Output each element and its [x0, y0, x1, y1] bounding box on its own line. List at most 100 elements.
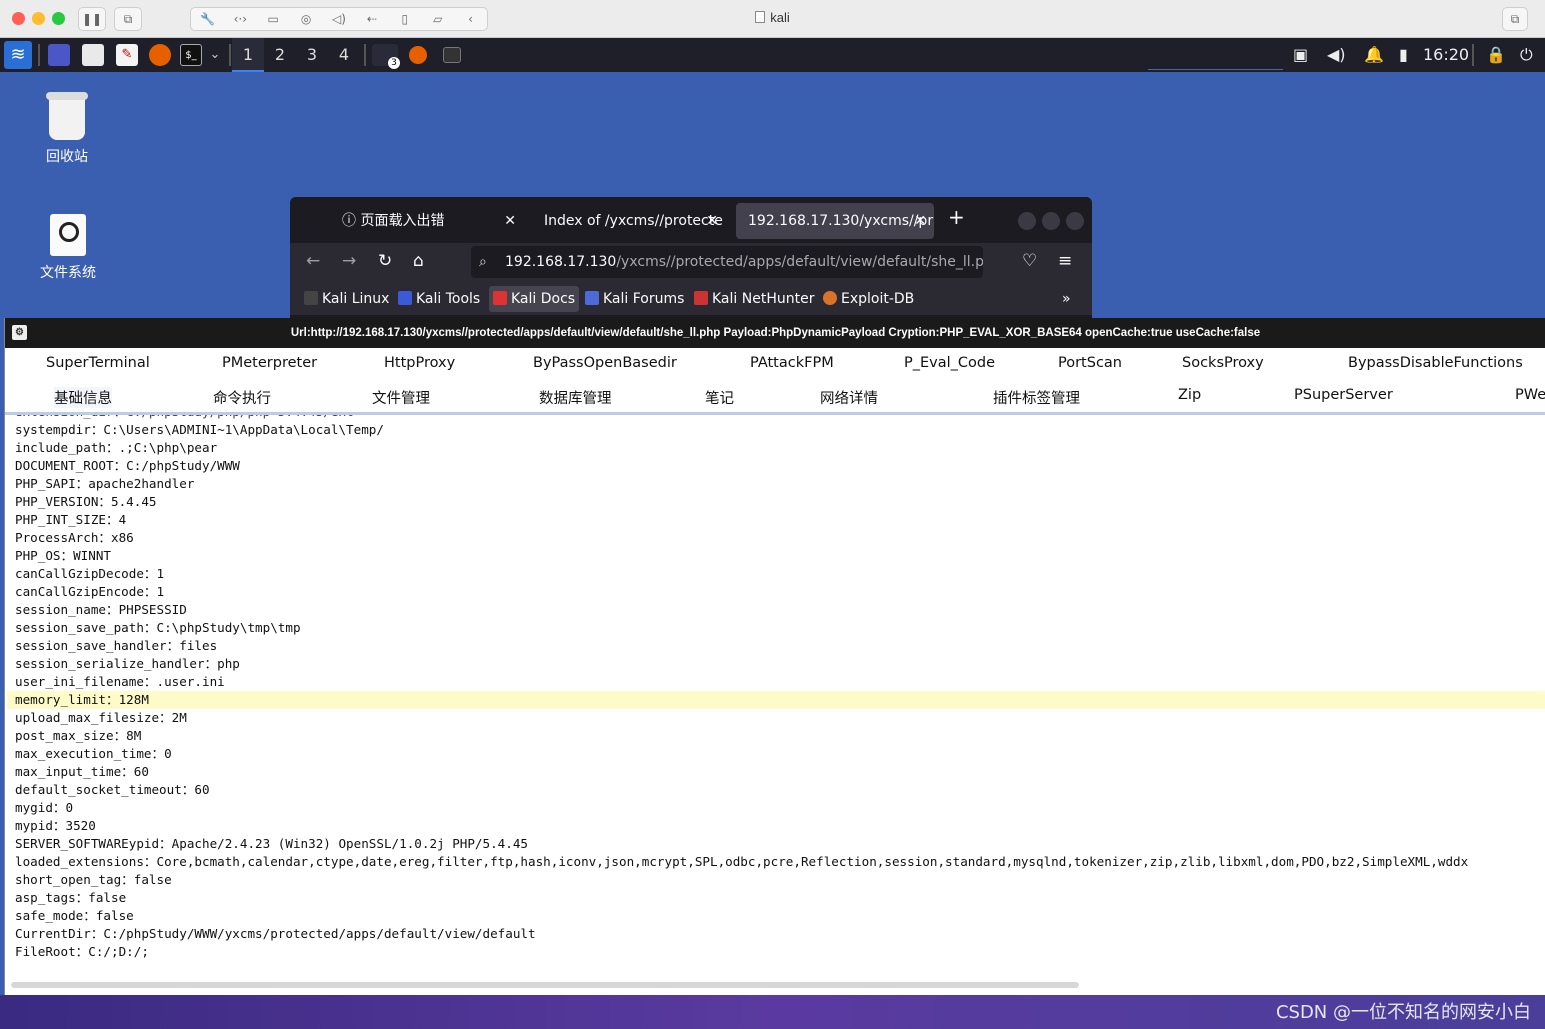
info-line: max_execution_time：0 [15, 746, 172, 761]
taskbar-terminal-icon[interactable] [443, 47, 461, 63]
info-line: systempdir：C:\Users\ADMINI~1\AppData\Loc… [15, 422, 384, 437]
trash-icon [46, 92, 88, 140]
basic-info-output[interactable]: extension_dir：C:/phpStudy/php/php-5.4.45… [7, 415, 1545, 981]
tab-p-eval-code[interactable]: P_Eval_Code [904, 355, 995, 371]
logout-icon[interactable]: ⏻ [1520, 38, 1533, 72]
desktop-filesystem[interactable]: 文件系统 [18, 214, 118, 282]
home-icon[interactable]: ⌂ [413, 251, 424, 271]
workspace-4[interactable]: 4 [328, 38, 360, 72]
tab-basic-info[interactable]: 基础信息 [54, 387, 112, 408]
tab-pwe[interactable]: PWe [1515, 387, 1545, 403]
tab-portscan[interactable]: PortScan [1058, 355, 1122, 371]
tab-command-exec[interactable]: 命令执行 [213, 387, 271, 408]
tab-load-error[interactable]: ⓘ 页面载入出错 ✕ [328, 203, 524, 239]
address-bar[interactable]: ⌕ 192.168.17.130/yxcms//protected/apps/d… [471, 246, 983, 278]
firefox-tab-strip: ⓘ 页面载入出错 ✕ Index of /yxcms//protecte ✕ 1… [290, 197, 1092, 243]
tab-pattackfpm[interactable]: PAttackFPM [750, 355, 834, 371]
host-title-bar: ❚❚ ⧉ 🔧 ‹·› ▭ ◎ ◁) ⇠ ▯ ▱ ‹ kali ⧉ [0, 0, 1545, 38]
info-line: include_path：.;C:\php\pear [15, 440, 218, 455]
fullscreen-icon: ⧉ [1510, 11, 1520, 26]
info-line: max_input_time：60 [15, 764, 149, 779]
info-line: ProcessArch：x86 [15, 530, 134, 545]
tab-socksproxy[interactable]: SocksProxy [1182, 355, 1264, 371]
reload-icon[interactable]: ↻ [378, 251, 392, 271]
tab-zip[interactable]: Zip [1178, 387, 1201, 403]
close-tab-icon[interactable]: ✕ [706, 203, 718, 239]
close-tab-icon[interactable]: ✕ [914, 203, 926, 239]
info-line: short_open_tag：false [15, 872, 172, 887]
info-line: CurrentDir：C:/phpStudy/WWW/yxcms/protect… [15, 926, 536, 941]
tab-network-details[interactable]: 网络详情 [820, 387, 878, 408]
horizontal-scrollbar[interactable] [11, 982, 1079, 988]
tab-shell-url[interactable]: 192.168.17.130/yxcms//pr ✕ [736, 203, 934, 239]
panel-separator [38, 44, 40, 66]
bookmark-kali-docs[interactable]: Kali Docs [489, 286, 580, 312]
tab-pmeterpreter[interactable]: PMeterpreter [222, 355, 317, 371]
tab-bypassopenbasedir[interactable]: ByPassOpenBasedir [533, 355, 677, 371]
pocket-icon[interactable]: ♡ [1022, 251, 1037, 271]
plugin-tabs-row-2: 基础信息 命令执行 文件管理 数据库管理 笔记 网络详情 插件标签管理 Zip … [5, 380, 1545, 415]
notification-bell-icon[interactable]: 🔔 [1364, 38, 1384, 72]
window-control-maximize[interactable] [1042, 212, 1060, 230]
workspace-2[interactable]: 2 [264, 38, 296, 72]
workspace-3[interactable]: 3 [296, 38, 328, 72]
info-line: default_socket_timeout：60 [15, 782, 210, 797]
tab-file-manager[interactable]: 文件管理 [372, 387, 430, 408]
firefox-navbar: ← → ↻ ⌂ ⌕ 192.168.17.130/yxcms//protecte… [290, 243, 1092, 283]
tab-database-manager[interactable]: 数据库管理 [539, 387, 612, 408]
close-tab-icon[interactable]: ✕ [504, 203, 516, 239]
kali-forums-icon [585, 291, 599, 305]
kali-panel: ≋ ✎ $_ ⌄ 1 2 3 4 3 ▣ ◀) 🔔 ▮ 16:20 🔒 ⏻ [0, 38, 1545, 72]
tab-superterminal[interactable]: SuperTerminal [46, 355, 150, 371]
bookmark-kali-tools[interactable]: Kali Tools [394, 286, 484, 312]
nethunter-icon [694, 291, 708, 305]
taskbar-firefox-icon[interactable] [409, 46, 427, 64]
bookmarks-toolbar: Kali Linux Kali Tools Kali Docs Kali For… [290, 283, 1092, 315]
drive-icon [50, 214, 86, 256]
info-line: session_name：PHPSESSID [15, 602, 187, 617]
chevron-down-icon[interactable]: ⌄ [204, 44, 226, 66]
workspace-1[interactable]: 1 [232, 38, 264, 72]
info-line: PHP_INT_SIZE：4 [15, 512, 127, 527]
more-bookmarks-icon[interactable]: » [1058, 286, 1075, 312]
battery-icon[interactable]: ▮ [1399, 38, 1408, 72]
window-control-close[interactable] [1066, 212, 1084, 230]
taskbar-godzilla-icon[interactable]: 3 [372, 44, 400, 69]
firefox-icon[interactable] [149, 44, 171, 66]
desktop-icon[interactable] [48, 44, 70, 66]
exploit-db-icon [823, 291, 837, 305]
info-line: FileRoot：C:/;D:/; [15, 944, 149, 959]
search-icon: ⌕ [479, 254, 487, 270]
info-line: loaded_extensions：Core,bcmath,calendar,c… [15, 854, 1469, 869]
new-tab-icon[interactable]: + [948, 205, 965, 229]
back-arrow-icon[interactable]: ← [306, 251, 320, 271]
fullscreen-button[interactable]: ⧉ [1502, 7, 1528, 31]
info-line: PHP_OS：WINNT [15, 548, 111, 563]
tab-httpproxy[interactable]: HttpProxy [384, 355, 455, 371]
terminal-icon[interactable]: $_ [180, 44, 202, 66]
forward-arrow-icon[interactable]: → [342, 251, 356, 271]
bookmark-kali-linux[interactable]: Kali Linux [300, 286, 393, 312]
document-icon [755, 11, 766, 23]
tab-bypassdisablefunctions[interactable]: BypassDisableFunctions [1348, 355, 1523, 371]
tab-notes[interactable]: 笔记 [705, 387, 734, 408]
clock[interactable]: 16:20 [1423, 38, 1469, 72]
tab-index-of[interactable]: Index of /yxcms//protecte ✕ [532, 203, 726, 239]
bookmark-kali-forums[interactable]: Kali Forums [581, 286, 688, 312]
lock-icon[interactable]: 🔒 [1486, 38, 1506, 72]
kali-dragon-icon [304, 291, 318, 305]
volume-icon[interactable]: ◀) [1327, 38, 1346, 72]
network-icon[interactable]: ▣ [1293, 38, 1308, 72]
kali-menu-icon[interactable]: ≋ [4, 41, 32, 69]
plugin-tabs-row-1: SuperTerminal PMeterpreter HttpProxy ByP… [5, 348, 1545, 380]
file-manager-icon[interactable] [82, 44, 104, 66]
window-control-minimize[interactable] [1018, 212, 1036, 230]
text-editor-icon[interactable]: ✎ [116, 44, 138, 66]
hamburger-menu-icon[interactable]: ≡ [1058, 251, 1072, 271]
tab-plugin-tag-manager[interactable]: 插件标签管理 [993, 387, 1080, 408]
desktop-trash[interactable]: 回收站 [17, 92, 117, 166]
tab-psuperserver[interactable]: PSuperServer [1294, 387, 1393, 403]
bookmark-exploit-db[interactable]: Exploit-DB [819, 286, 918, 312]
bookmark-kali-nethunter[interactable]: Kali NetHunter [690, 286, 818, 312]
info-line: asp_tags：false [15, 890, 127, 905]
